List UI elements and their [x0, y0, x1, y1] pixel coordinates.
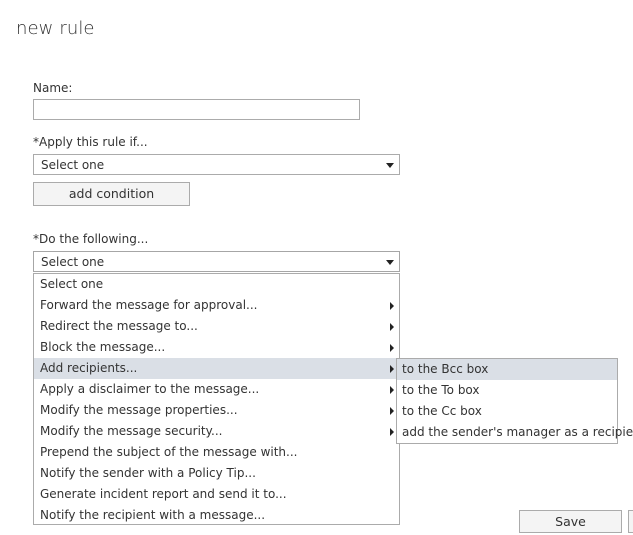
- dropdown-item-forward-for-approval[interactable]: Forward the message for approval...: [34, 295, 399, 316]
- dropdown-item-notify-recipient[interactable]: Notify the recipient with a message...: [34, 505, 399, 526]
- dropdown-item-label: Redirect the message to...: [40, 319, 198, 333]
- chevron-right-icon: [390, 302, 394, 310]
- action-dropdown-list: Select one Forward the message for appro…: [33, 273, 400, 525]
- dropdown-item-label: Add recipients...: [40, 361, 138, 375]
- dropdown-item-label: Prepend the subject of the message with.…: [40, 445, 298, 459]
- chevron-right-icon: [390, 365, 394, 373]
- chevron-right-icon: [390, 386, 394, 394]
- apply-rule-select[interactable]: Select one: [33, 154, 400, 175]
- dropdown-item-select-one[interactable]: Select one: [34, 274, 399, 295]
- apply-rule-label: *Apply this rule if...: [33, 135, 148, 149]
- chevron-down-icon: [386, 163, 394, 168]
- dropdown-item-label: Block the message...: [40, 340, 166, 354]
- name-label: Name:: [33, 81, 73, 95]
- submenu-item-sender-manager[interactable]: add the sender's manager as a recipient: [397, 422, 633, 443]
- dropdown-item-label: Apply a disclaimer to the message...: [40, 382, 260, 396]
- chevron-right-icon: [390, 407, 394, 415]
- do-following-select[interactable]: Select one: [33, 251, 400, 272]
- submenu-item-to[interactable]: to the To box: [397, 380, 617, 401]
- submenu-item-bcc[interactable]: to the Bcc box: [397, 359, 617, 380]
- dropdown-item-apply-disclaimer[interactable]: Apply a disclaimer to the message...: [34, 379, 399, 400]
- apply-rule-select-value: Select one: [41, 158, 105, 172]
- dropdown-item-modify-properties[interactable]: Modify the message properties...: [34, 400, 399, 421]
- dropdown-item-block-message[interactable]: Block the message...: [34, 337, 399, 358]
- new-rule-dialog: new rule Name: *Apply this rule if... Se…: [0, 0, 633, 535]
- chevron-down-icon: [386, 260, 394, 265]
- dropdown-item-label: Generate incident report and send it to.…: [40, 487, 287, 501]
- add-recipients-submenu: to the Bcc box to the To box to the Cc b…: [396, 358, 633, 444]
- cancel-button[interactable]: [628, 510, 633, 533]
- dropdown-item-label: Forward the message for approval...: [40, 298, 258, 312]
- chevron-right-icon: [390, 428, 394, 436]
- dropdown-item-generate-incident-report[interactable]: Generate incident report and send it to.…: [34, 484, 399, 505]
- submenu-item-cc[interactable]: to the Cc box: [397, 401, 617, 422]
- add-condition-button[interactable]: add condition: [33, 182, 190, 206]
- dropdown-item-prepend-subject[interactable]: Prepend the subject of the message with.…: [34, 442, 399, 463]
- do-following-label: *Do the following...: [33, 232, 149, 246]
- dropdown-item-label: Select one: [40, 277, 104, 291]
- dropdown-item-modify-security[interactable]: Modify the message security...: [34, 421, 399, 442]
- chevron-right-icon: [390, 323, 394, 331]
- dropdown-item-notify-sender-policy-tip[interactable]: Notify the sender with a Policy Tip...: [34, 463, 399, 484]
- name-input[interactable]: [33, 99, 360, 120]
- save-button[interactable]: Save: [519, 510, 622, 533]
- page-title: new rule: [16, 18, 95, 39]
- dropdown-item-add-recipients[interactable]: Add recipients...: [34, 358, 399, 379]
- chevron-right-icon: [390, 344, 394, 352]
- dropdown-item-label: Notify the sender with a Policy Tip...: [40, 466, 256, 480]
- do-following-select-value: Select one: [41, 255, 105, 269]
- dropdown-item-label: Notify the recipient with a message...: [40, 508, 266, 522]
- dropdown-item-redirect-message[interactable]: Redirect the message to...: [34, 316, 399, 337]
- dropdown-item-label: Modify the message properties...: [40, 403, 238, 417]
- dropdown-item-label: Modify the message security...: [40, 424, 223, 438]
